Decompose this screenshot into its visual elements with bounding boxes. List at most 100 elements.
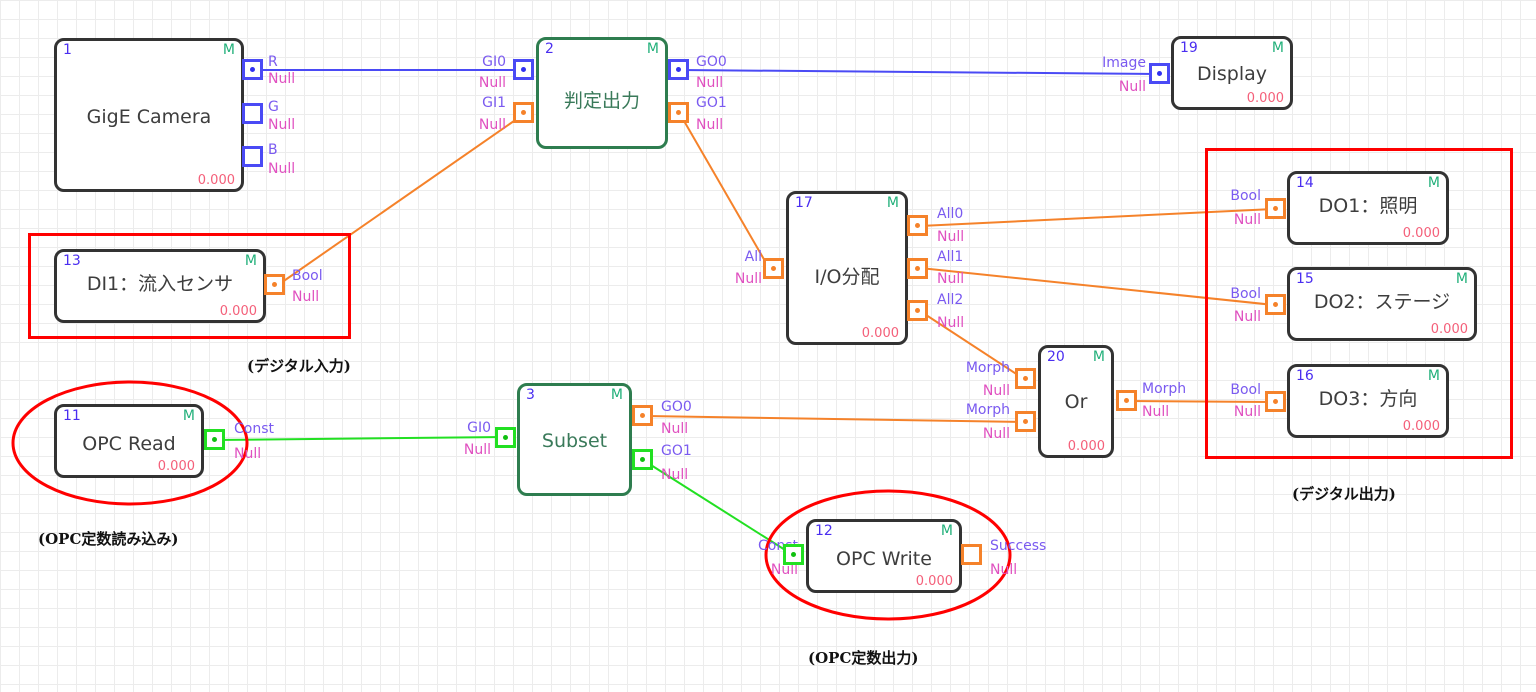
port-dot [503, 435, 508, 440]
port-type-label: Morph [1142, 381, 1187, 397]
caption-digital-input: (デジタル入力) [247, 357, 351, 375]
node-opc-read[interactable]: 11 M OPC Read 0.000 [54, 404, 204, 478]
node-title: OPC Read [82, 433, 176, 455]
node-id: 11 [63, 408, 81, 424]
port-di1-bool[interactable] [264, 274, 285, 295]
node-do3-direction[interactable]: 16 M DO3：方向 0.000 [1287, 364, 1449, 438]
node-do2-stage[interactable]: 15 M DO2：ステージ 0.000 [1287, 267, 1477, 341]
caption-digital-output: (デジタル出力) [1292, 485, 1396, 503]
port-subset-gi0[interactable] [495, 427, 516, 448]
port-value-label: Null [937, 315, 965, 331]
node-mode-flag: M [1455, 271, 1468, 287]
port-io-all0[interactable] [907, 215, 928, 236]
port-value-label: Null [463, 442, 491, 458]
port-type-label: GO1 [696, 95, 727, 111]
port-judge-gi0[interactable] [513, 59, 534, 80]
port-type-label: Morph [965, 360, 1010, 376]
port-judge-go1[interactable] [668, 102, 689, 123]
node-id: 15 [1296, 271, 1314, 287]
port-type-label: GI0 [482, 54, 506, 70]
wire-opcread-to-subset[interactable] [214, 436, 507, 441]
port-dot [212, 437, 217, 442]
node-value: 0.000 [1402, 226, 1440, 241]
port-value-label: Null [1233, 404, 1261, 420]
port-value-label: Null [292, 289, 320, 305]
node-title: DO2：ステージ [1313, 291, 1451, 313]
port-value-label: Null [1142, 404, 1170, 420]
port-io-all1[interactable] [907, 258, 928, 279]
node-graph-canvas[interactable]: 1 M GigE Camera 0.000 R Null G Null B Nu… [0, 0, 1536, 692]
port-or-morph-in-2[interactable] [1015, 411, 1036, 432]
node-value: 0.000 [1067, 439, 1105, 454]
port-camera-g[interactable] [242, 103, 263, 124]
port-type-label: Bool [1230, 188, 1261, 204]
port-dot [915, 308, 920, 313]
port-or-morph-in-1[interactable] [1015, 368, 1036, 389]
port-value-label: Null [1118, 79, 1146, 95]
node-mode-flag: M [1271, 40, 1284, 56]
node-io-distribution[interactable]: 17 M I/O分配 0.000 [786, 191, 908, 345]
node-title: DI1：流入センサ [86, 273, 234, 295]
port-do3-bool[interactable] [1265, 391, 1286, 412]
port-do2-bool[interactable] [1265, 294, 1286, 315]
node-judgment-output[interactable]: 2 M 判定出力 [536, 37, 668, 149]
node-title: Subset [541, 430, 608, 452]
port-value-label: Null [268, 71, 296, 87]
node-id: 12 [815, 523, 833, 539]
port-dot [250, 67, 255, 72]
port-camera-b[interactable] [242, 146, 263, 167]
port-judge-go0[interactable] [668, 59, 689, 80]
port-type-label: All2 [937, 292, 964, 308]
node-id: 2 [545, 41, 554, 57]
port-io-all-in[interactable] [763, 258, 784, 279]
port-type-label: Image [1102, 55, 1146, 71]
port-value-label: Null [1233, 212, 1261, 228]
port-camera-r[interactable] [242, 59, 263, 80]
port-subset-go0[interactable] [632, 405, 653, 426]
port-dot [521, 110, 526, 115]
port-opcread-const[interactable] [204, 429, 225, 450]
node-di1-inflow-sensor[interactable]: 13 M DI1：流入センサ 0.000 [54, 249, 266, 323]
port-dot [640, 457, 645, 462]
port-opcwrite-const[interactable] [783, 544, 804, 565]
node-mode-flag: M [1092, 349, 1105, 365]
wire-judge-go0-to-display[interactable] [679, 69, 1159, 75]
node-do1-lighting[interactable]: 14 M DO1：照明 0.000 [1287, 171, 1449, 245]
port-type-label: Morph [965, 402, 1010, 418]
port-value-label: Null [990, 562, 1018, 578]
port-type-label: Bool [1230, 286, 1261, 302]
node-opc-write[interactable]: 12 M OPC Write 0.000 [806, 519, 962, 593]
node-gige-camera[interactable]: 1 M GigE Camera 0.000 [54, 38, 244, 192]
node-value: 0.000 [219, 304, 257, 319]
port-value-label: Null [937, 271, 965, 287]
node-id: 3 [526, 387, 535, 403]
node-title: Display [1196, 63, 1268, 85]
port-type-label: Success [990, 538, 1047, 554]
node-value: 0.000 [197, 173, 235, 188]
port-value-label: Null [268, 117, 296, 133]
node-title: Or [1064, 391, 1088, 413]
port-dot [915, 223, 920, 228]
port-type-label: All [744, 249, 762, 265]
port-dot [272, 282, 277, 287]
node-id: 1 [63, 42, 72, 58]
port-value-label: Null [982, 383, 1010, 399]
node-or[interactable]: 20 M Or 0.000 [1038, 345, 1114, 458]
port-dot [791, 552, 796, 557]
port-type-label: B [268, 142, 278, 158]
port-do1-bool[interactable] [1265, 198, 1286, 219]
port-opcwrite-success[interactable] [961, 544, 982, 565]
port-dot [521, 67, 526, 72]
port-or-morph-out[interactable] [1116, 390, 1137, 411]
node-display[interactable]: 19 M Display 0.000 [1171, 36, 1293, 110]
port-dot [1273, 399, 1278, 404]
port-io-all2[interactable] [907, 300, 928, 321]
node-subset[interactable]: 3 M Subset [517, 383, 632, 496]
node-mode-flag: M [222, 42, 235, 58]
wire-judge-go1-to-io[interactable] [679, 113, 770, 269]
port-display-image[interactable] [1149, 63, 1170, 84]
port-type-label: GO0 [661, 399, 692, 415]
node-mode-flag: M [182, 408, 195, 424]
port-subset-go1[interactable] [632, 449, 653, 470]
port-judge-gi1[interactable] [513, 102, 534, 123]
